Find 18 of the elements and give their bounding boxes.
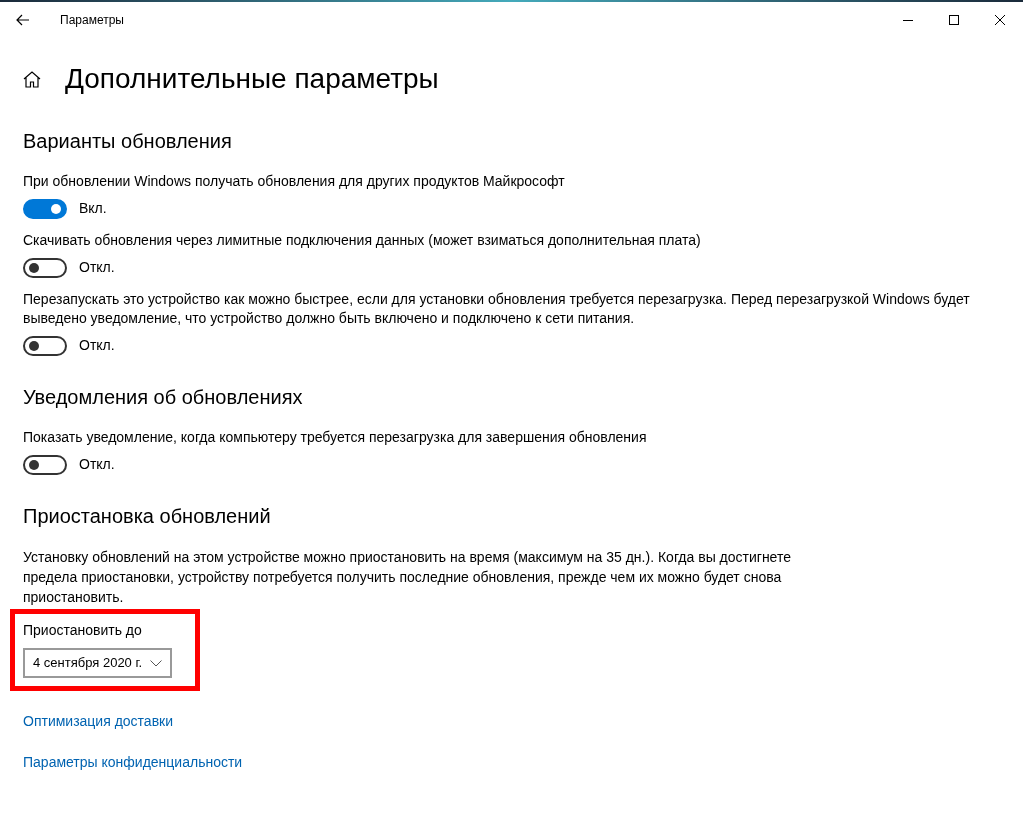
toggle-state-label: Откл. bbox=[79, 258, 115, 277]
toggle-state-label: Вкл. bbox=[79, 199, 107, 218]
section-heading: Уведомления об обновлениях bbox=[23, 385, 304, 410]
setting-description: При обновлении Windows получать обновления для других продуктов Майкрософт bbox=[23, 172, 566, 191]
dropdown-label: Приостановить до bbox=[23, 621, 143, 640]
setting-description: Перезапускать это устройство как можно быстрее, если для установки обновления требуется перезагрузка. Перед перезагрузкой Windows будет выведено уведомление, что устройство должно быть включено и подключено к сети питания. bbox=[23, 290, 971, 328]
page-title: Дополнительные параметры bbox=[65, 62, 439, 96]
settings-link[interactable]: Оптимизация доставки bbox=[23, 711, 174, 732]
settings-link[interactable]: Параметры конфиденциальности bbox=[23, 752, 243, 773]
toggle-state-label: Откл. bbox=[79, 455, 115, 474]
date-dropdown[interactable]: 4 сентября 2020 г. bbox=[23, 648, 173, 678]
section-description: Установку обновлений на этом устройстве можно приостановить на время (максимум на 35 дн.). Когда вы достигнете предела приостановки, устройству потребуется получить последние обновления, прежде чем их можно будет снова приостановить. bbox=[23, 548, 792, 607]
setting-description: Показать уведомление, когда компьютеру требуется перезагрузка для завершения обновления bbox=[23, 428, 648, 447]
window-title: Параметры bbox=[60, 12, 124, 29]
section-heading: Варианты обновления bbox=[23, 129, 233, 154]
toggle-state-label: Откл. bbox=[79, 336, 115, 355]
setting-description: Скачивать обновления через лимитные подключения данных (может взиматься дополнительная плата) bbox=[23, 231, 702, 250]
section-heading: Приостановка обновлений bbox=[23, 504, 272, 529]
